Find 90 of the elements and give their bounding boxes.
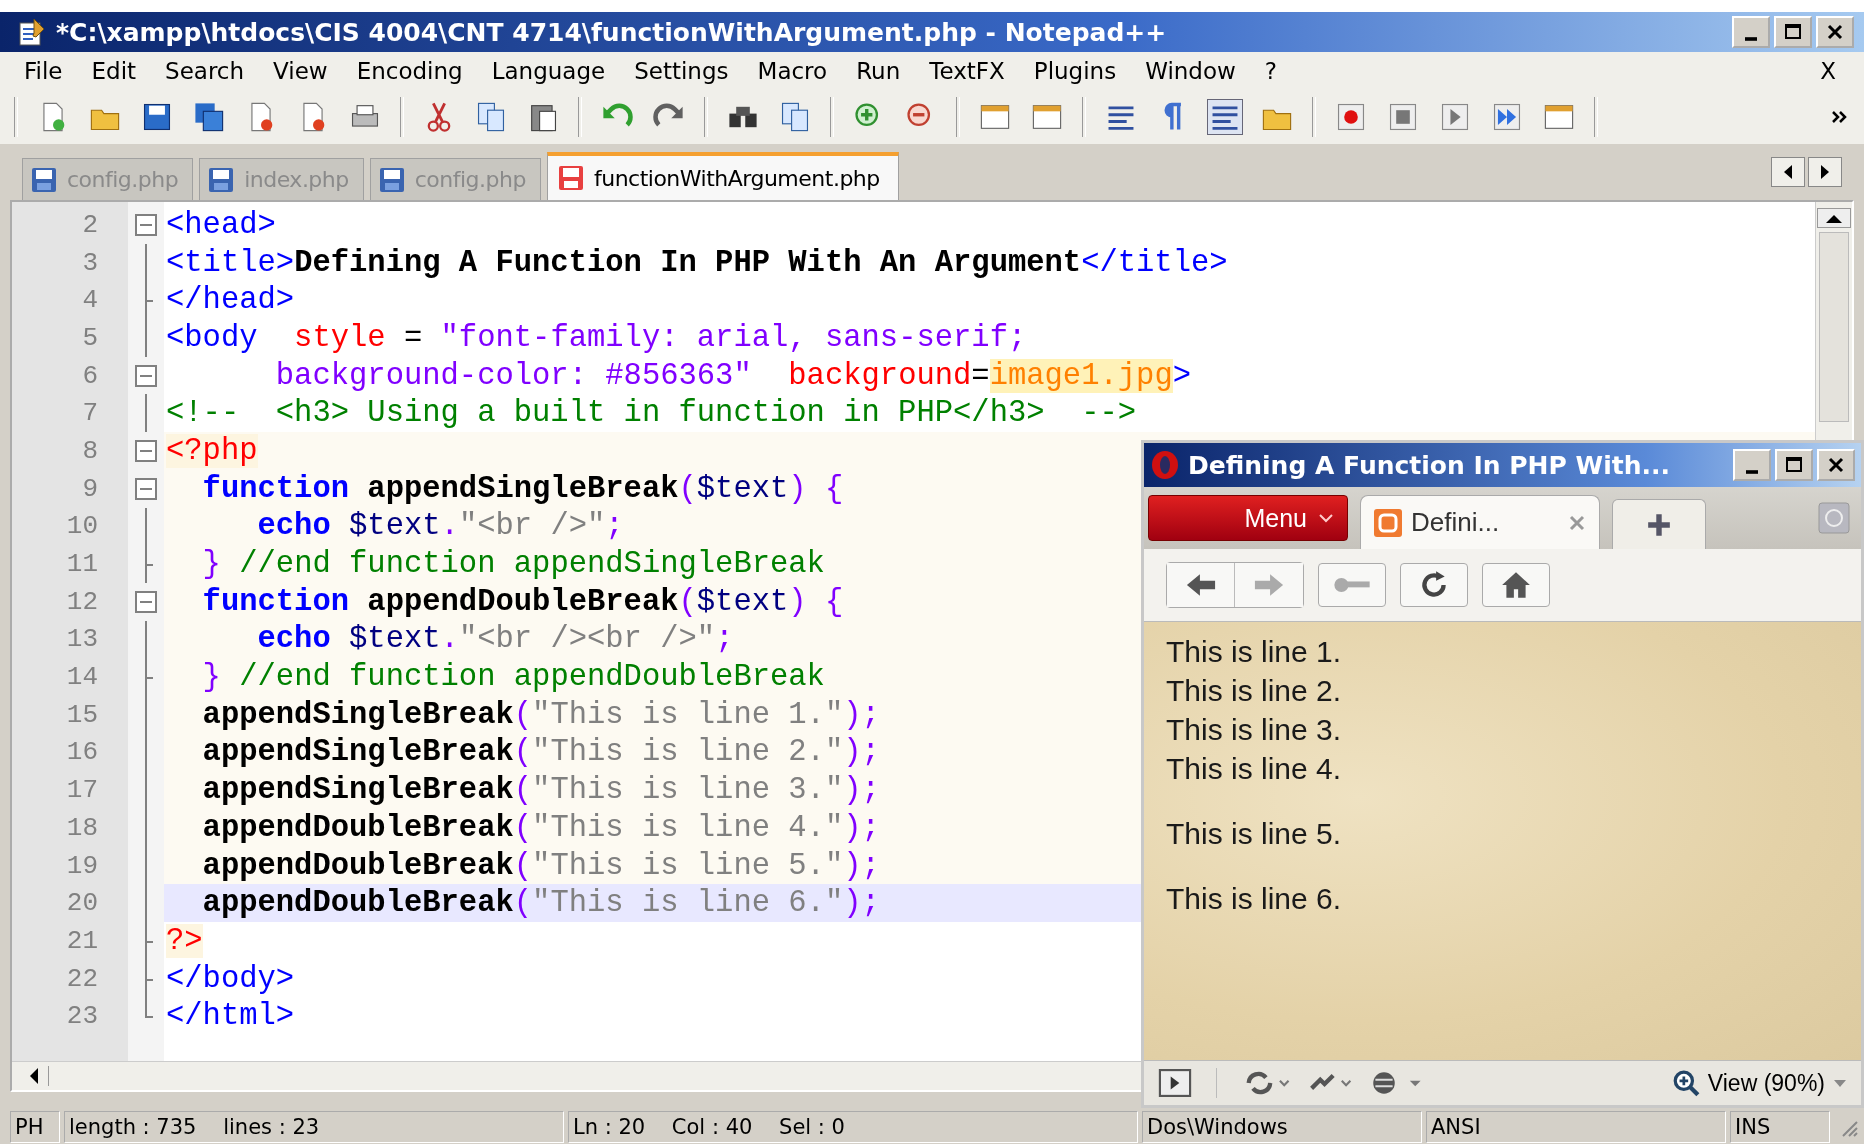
menu-item[interactable]: Window xyxy=(1145,58,1236,84)
menu-item[interactable]: Macro xyxy=(757,58,828,84)
status-language: PH xyxy=(10,1111,60,1143)
panel-toggle-icon[interactable] xyxy=(1158,1069,1192,1097)
minimize-icon xyxy=(1745,37,1757,41)
scroll-left-button[interactable] xyxy=(1771,157,1805,187)
line-number: 20 xyxy=(65,888,99,919)
caret-icon xyxy=(1319,513,1333,523)
browser-menu-button[interactable]: Menu xyxy=(1148,495,1348,541)
line-number: 15 xyxy=(65,699,99,730)
zoom-in-icon xyxy=(1671,1069,1700,1097)
close-icon xyxy=(1825,22,1845,42)
minimize-icon xyxy=(1746,470,1758,474)
line-number: 19 xyxy=(65,850,99,881)
line-number: 8 xyxy=(81,435,99,466)
menu-item[interactable]: Encoding xyxy=(356,58,463,84)
line-number: 21 xyxy=(65,925,99,956)
menu-item[interactable]: File xyxy=(24,58,63,84)
code-line: <head> xyxy=(165,206,277,244)
fold-toggle-icon[interactable] xyxy=(135,439,157,462)
status-encoding: ANSI xyxy=(1426,1111,1726,1143)
menu-item[interactable]: Edit xyxy=(91,58,137,84)
line-number: 18 xyxy=(65,812,99,843)
maximize-icon xyxy=(1783,22,1803,42)
fold-toggle-icon[interactable] xyxy=(135,364,157,387)
line-number: 17 xyxy=(65,775,99,806)
right-triangle-icon xyxy=(1820,165,1830,179)
browser-tab[interactable]: Defini... xyxy=(1360,495,1600,549)
menu-item[interactable]: ? xyxy=(1264,58,1278,84)
menu-item[interactable]: Search xyxy=(165,58,245,84)
minimize-button[interactable] xyxy=(1732,16,1770,48)
code-line: <body style = "font-family: arial, sans-serif; xyxy=(165,319,1028,357)
close-button[interactable] xyxy=(1817,449,1855,481)
minimize-button[interactable] xyxy=(1733,449,1771,481)
code-line: </html> xyxy=(165,998,296,1036)
code-line: <title>Defining A Function In PHP With An Argument</title> xyxy=(165,244,1229,282)
line-number: 16 xyxy=(65,737,99,768)
code-line: </head> xyxy=(165,282,296,320)
fold-toggle-icon[interactable] xyxy=(135,477,157,500)
plus-icon xyxy=(1646,511,1672,538)
save-all-icon[interactable] xyxy=(192,100,226,134)
menu-item[interactable]: Run xyxy=(856,58,901,84)
line-number: 9 xyxy=(81,473,99,504)
back-button[interactable] xyxy=(1167,563,1235,607)
file-tab[interactable]: functionWithArgument.php xyxy=(546,152,899,200)
left-triangle-icon xyxy=(1783,165,1793,179)
line-number: 13 xyxy=(65,624,99,655)
reload-button[interactable] xyxy=(1400,563,1468,607)
menu-item[interactable]: View xyxy=(273,58,328,84)
code-line: <!-- <h3> Using a built in function in PHP</h3> --> xyxy=(165,395,1138,433)
caret-icon xyxy=(1833,1078,1847,1088)
page-icon xyxy=(1373,507,1403,538)
menu-item[interactable]: Plugins xyxy=(1033,58,1117,84)
close-document-button[interactable]: X xyxy=(1820,58,1836,84)
close-button[interactable] xyxy=(1816,16,1854,48)
maximize-icon xyxy=(1784,455,1804,475)
menu-item[interactable]: Settings xyxy=(634,58,729,84)
line-number: 23 xyxy=(65,1001,99,1032)
line-number: 12 xyxy=(65,586,99,617)
maximize-button[interactable] xyxy=(1775,449,1813,481)
new-tab-button[interactable] xyxy=(1612,499,1706,549)
letter-o-logo-icon xyxy=(1150,450,1180,480)
line-number: 7 xyxy=(81,398,99,429)
line-number: 2 xyxy=(81,209,99,240)
line-number: 11 xyxy=(65,549,99,580)
window-title: *C:\xampp\htdocs\CIS 4004\CNT 4714\functionWithArgument.php - Notepad++ xyxy=(56,17,1168,47)
line-number: 14 xyxy=(65,662,99,693)
fold-toggle-icon[interactable] xyxy=(135,590,157,613)
line-number: 3 xyxy=(81,247,99,278)
line-number: 4 xyxy=(81,285,99,316)
code-line: </body> xyxy=(165,960,296,998)
close-icon xyxy=(1826,455,1846,475)
menu-item[interactable]: TextFX xyxy=(929,58,1005,84)
status-line-ending: Dos\Windows xyxy=(1142,1111,1422,1143)
line-number: 5 xyxy=(81,322,99,353)
status-position: Ln : 20 Col : 40 Sel : 0 xyxy=(568,1111,1138,1143)
code-line: background-color: #856363" background=image1.jpg> xyxy=(274,357,1192,395)
scroll-right-button[interactable] xyxy=(1808,157,1842,187)
menu-item[interactable]: Language xyxy=(491,58,606,84)
indent-guide-icon[interactable] xyxy=(1208,100,1242,134)
notepad-icon xyxy=(16,17,46,47)
fold-toggle-icon[interactable] xyxy=(135,213,157,236)
status-length: length : 735 lines : 23 xyxy=(64,1111,564,1143)
line-number: 6 xyxy=(81,360,99,391)
status-insert-mode: INS xyxy=(1730,1111,1830,1143)
line-number: 10 xyxy=(65,511,99,542)
zoom-control[interactable]: View (90%) xyxy=(1671,1069,1847,1097)
line-number: 22 xyxy=(65,963,99,994)
maximize-button[interactable] xyxy=(1774,16,1812,48)
home-button[interactable] xyxy=(1482,563,1550,607)
